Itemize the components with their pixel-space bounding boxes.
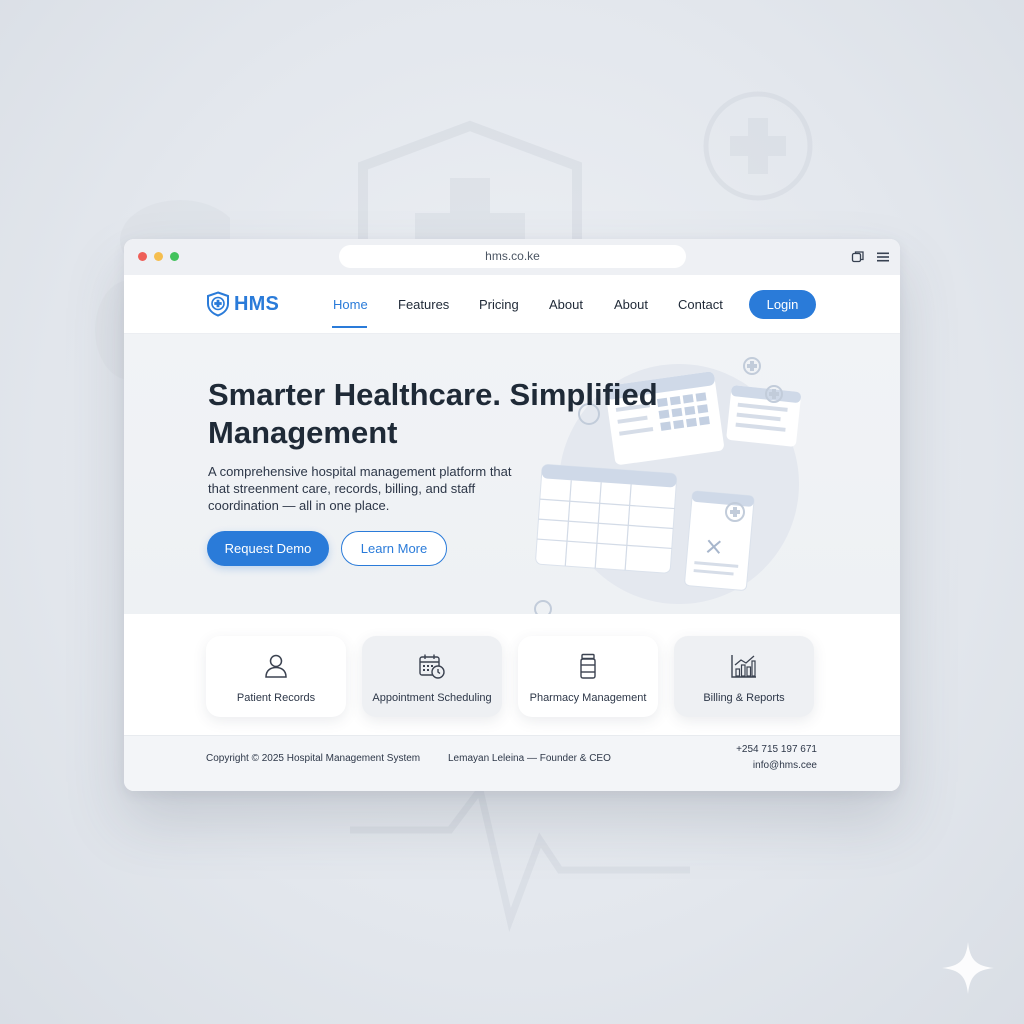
- nav-link-about[interactable]: About: [549, 297, 583, 312]
- logo-text: HMS: [234, 292, 280, 315]
- medicine-bottle-icon: [580, 653, 596, 679]
- calendar-clock-icon: [419, 654, 445, 679]
- user-icon: [265, 654, 287, 678]
- email-link[interactable]: info@hms.cee: [753, 760, 817, 771]
- close-window-button[interactable]: [138, 252, 147, 261]
- hamburger-menu-icon[interactable]: [876, 250, 890, 264]
- founder-text: Lemayan Leleina — Founder & CEO: [448, 753, 611, 764]
- nav-link-features[interactable]: Features: [398, 297, 449, 312]
- copyright-text: Copyright © 2025 Hospital Management Sys…: [206, 753, 421, 764]
- background-heartbeat-icon: [350, 781, 690, 933]
- sparkle-icon: [942, 942, 994, 994]
- hero-title: Smarter Healthcare. Simplified Managemen…: [208, 377, 658, 450]
- site-logo[interactable]: HMS: [206, 291, 279, 317]
- feature-label: Pharmacy Management: [529, 692, 647, 704]
- nav-link-contact[interactable]: Contact: [678, 297, 723, 312]
- features-section: Patient Records Appointment Scheduling P…: [124, 615, 900, 735]
- feature-card-billing-reports[interactable]: Billing & Reports: [674, 636, 814, 717]
- nav-link-pricing[interactable]: Pricing: [479, 297, 519, 312]
- browser-toolbar: hms.co.ke: [124, 239, 900, 276]
- phone-number[interactable]: +254 715 197 671: [736, 744, 817, 755]
- site-footer: Copyright © 2025 Hospital Management Sys…: [124, 735, 900, 791]
- learn-more-button[interactable]: Learn More: [341, 531, 447, 566]
- feature-card-patient-records[interactable]: Patient Records: [206, 636, 346, 717]
- minimize-window-button[interactable]: [154, 252, 163, 261]
- feature-label: Billing & Reports: [703, 692, 785, 704]
- background-plus-circle-icon: [703, 91, 813, 201]
- feature-card-appointment-scheduling[interactable]: Appointment Scheduling: [362, 636, 502, 717]
- browser-window: hms.co.ke HMS Home Features Pricing Abou…: [124, 239, 900, 791]
- nav-link-home[interactable]: Home: [333, 297, 368, 312]
- request-demo-button[interactable]: Request Demo: [207, 531, 329, 566]
- shield-plus-logo-icon: [207, 291, 229, 317]
- nav-link-about-2[interactable]: About: [614, 297, 648, 312]
- hero-description: A comprehensive hospital management plat…: [208, 464, 512, 513]
- tabs-icon[interactable]: [851, 250, 865, 264]
- address-bar[interactable]: hms.co.ke: [339, 245, 686, 268]
- feature-label: Patient Records: [236, 692, 316, 704]
- feature-card-pharmacy-management[interactable]: Pharmacy Management: [518, 636, 658, 717]
- top-navigation: HMS Home Features Pricing About About Co…: [124, 275, 900, 334]
- hero-section: Smarter Healthcare. Simplified Managemen…: [124, 334, 900, 614]
- active-nav-indicator: [332, 326, 367, 328]
- maximize-window-button[interactable]: [170, 252, 179, 261]
- bar-chart-icon: [731, 655, 756, 678]
- feature-label: Appointment Scheduling: [372, 692, 492, 704]
- login-button[interactable]: Login: [749, 290, 816, 319]
